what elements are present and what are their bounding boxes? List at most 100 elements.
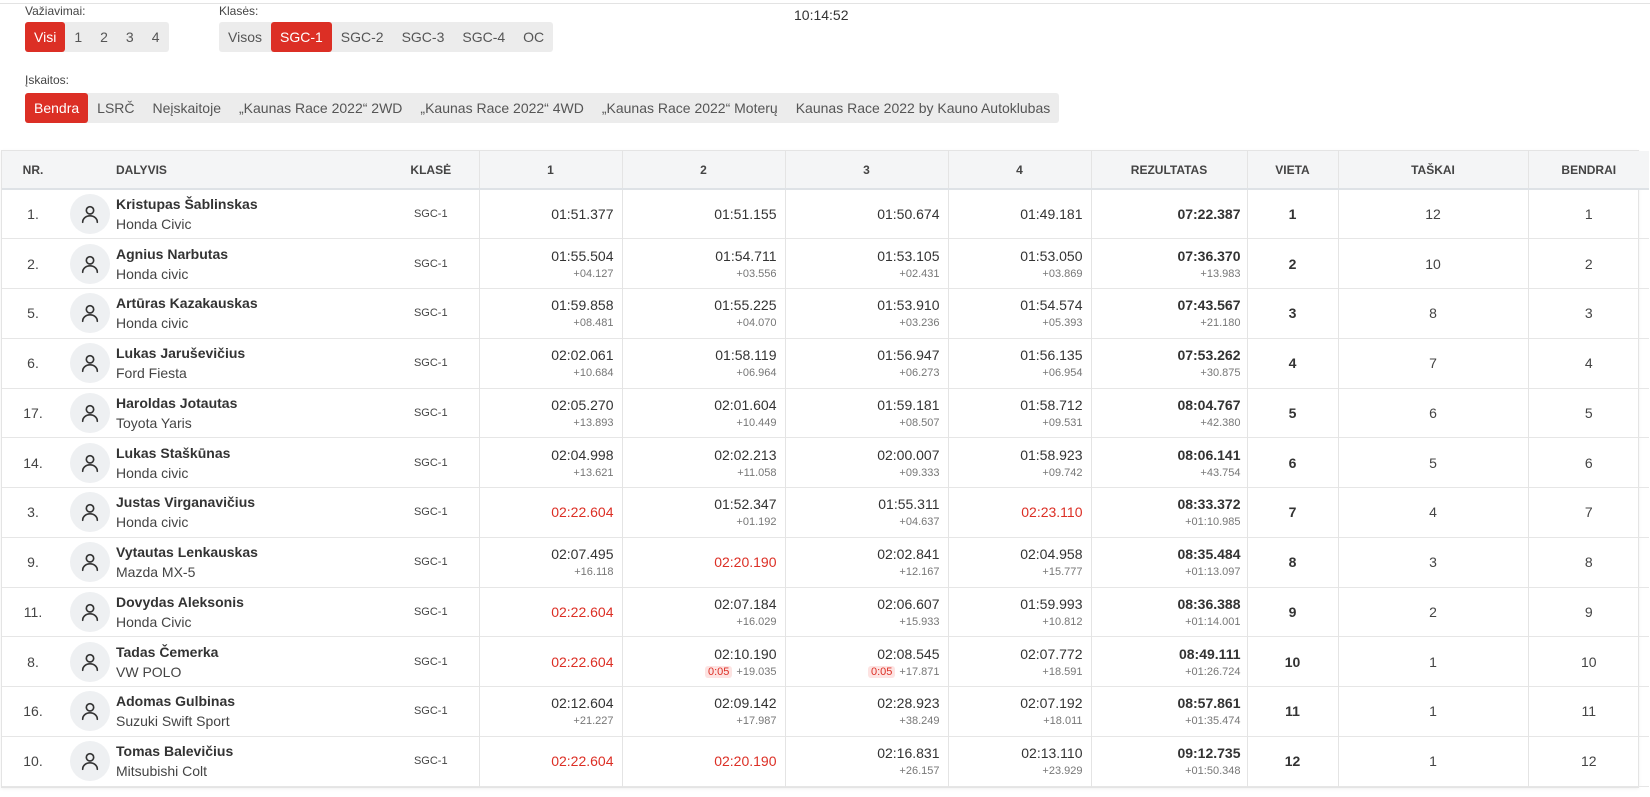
lap-1-cell: 02:05.270 +13.893 [478,388,622,438]
class-filter-button[interactable]: SGC-1 [270,22,332,52]
lap-time: 01:52.347 [714,496,777,513]
header-lap-4[interactable]: 4 [947,151,1091,190]
table-row[interactable]: 3. Justas Virganavičius Honda civic SGC-1 02… [2,487,1649,538]
standings-filter-button[interactable]: Bendra [25,93,89,123]
user-icon [79,750,101,772]
participant-cell: Haroldas Jotautas Toyota Yaris [116,388,383,438]
table-row[interactable]: 1. Kristupas Šablinskas Honda Civic SGC-1 01… [2,189,1649,239]
table-row[interactable]: 9. Vytautas Lenkauskas Mazda MX-5 SGC-1 02:0… [2,537,1649,587]
participant-cell: Kristupas Šablinskas Honda Civic [116,189,383,239]
user-icon [79,452,101,474]
lap-diff: +23.929 [1042,765,1083,778]
result-time: 08:57.861 [1177,695,1241,712]
participant-name[interactable]: Artūras Kazakauskas [116,293,383,313]
table-row[interactable]: 16. Adomas Gulbinas Suzuki Swift Sport SGC-… [2,686,1649,737]
lap-diff: +06.954 [1042,367,1083,380]
lap-4-cell: 01:58.712 +09.531 [947,388,1091,438]
lap-time: 01:59.181 [877,396,940,413]
lap-time: 02:06.607 [877,595,940,612]
participant-name[interactable]: Lukas Jaruševičius [116,343,383,363]
run-filter-button[interactable]: 1 [65,22,91,52]
points-cell: 5 [1337,437,1528,488]
participant-name[interactable]: Dovydas Aleksonis [116,592,383,612]
participant-name[interactable]: Adomas Gulbinas [116,691,383,711]
run-filter-button[interactable]: 4 [143,22,169,52]
lap-diff: +05.393 [1042,317,1083,330]
lap-time: 02:04.958 [1020,546,1083,563]
lap-time: 02:13.110 [1021,745,1083,762]
avatar [70,691,110,732]
lap-time: 02:22.604 [551,504,614,521]
table-row[interactable]: 17. Haroldas Jotautas Toyota Yaris SGC-1 02:… [2,388,1649,438]
header-lap-3[interactable]: 3 [784,151,948,190]
header-result[interactable]: REZULTATAS [1090,151,1247,190]
user-icon [79,601,101,623]
lap-diff: +16.118 [574,566,614,579]
lap-1-cell: 01:59.858 +08.481 [478,288,622,339]
lap-diff-line: +03.869 [949,266,1082,282]
run-filter-button[interactable]: 3 [117,22,143,52]
header-class[interactable]: KLASĖ [383,151,479,190]
header-participant[interactable]: DALYVIS [116,151,383,190]
participant-cell: Artūras Kazakauskas Honda civic [116,289,383,339]
table-row[interactable]: 11. Dovydas Aleksonis Honda Civic SGC-1 02:2… [2,587,1649,637]
participant-name[interactable]: Lukas Staškūnas [116,443,383,463]
participant-name[interactable]: Tomas Balevičius [116,741,383,761]
lap-diff: +03.236 [899,317,940,330]
lap-time: 02:20.190 [714,753,777,770]
standings-filter-button[interactable]: „Kaunas Race 2022“ Moterų [593,93,787,123]
result-cell: 08:35.484 +01:13.097 [1090,537,1247,587]
avatar-cell [64,587,116,637]
lap-diff: +38.249 [899,715,940,728]
header-nr[interactable]: NR. [2,151,64,190]
result-time: 09:12.735 [1177,745,1241,762]
header-place[interactable]: VIETA [1246,151,1338,190]
avatar [70,741,110,782]
table-row[interactable]: 14. Lukas Staškūnas Honda civic SGC-1 02:04.… [2,437,1649,488]
row-nr: 6. [27,355,39,372]
lap-diff-line: +06.273 [786,365,939,381]
run-filter-button[interactable]: 2 [91,22,117,52]
standings-filter-button[interactable]: LSRČ [88,93,143,123]
participant-name[interactable]: Agnius Narbutas [116,244,383,264]
standings-filter-button[interactable]: Neįskaitoje [144,93,230,123]
lap-1-cell: 02:22.604 [478,587,622,637]
participant-name[interactable]: Haroldas Jotautas [116,393,383,413]
lap-2-cell: 02:07.184 +16.029 [621,587,785,637]
class-filter-button[interactable]: SGC-4 [453,22,514,52]
result-diff: +01:13.097 [1185,566,1241,579]
lap-time: 02:12.604 [551,695,614,712]
participant-name[interactable]: Kristupas Šablinskas [116,194,383,214]
lap-time: 02:10.190 [714,645,777,662]
lap-4-cell: 01:56.135 +06.954 [947,338,1091,388]
class-filter-button[interactable]: SGC-2 [332,22,393,52]
results-table-container: NR. DALYVIS KLASĖ 1 2 3 4 REZULTATAS VIE… [1,150,1649,788]
user-icon [79,551,101,573]
table-row[interactable]: 5. Artūras Kazakauskas Honda civic SGC-1 01:… [2,288,1649,339]
lap-diff: +12.167 [899,566,940,579]
lap-time: 02:22.604 [551,603,614,620]
table-row[interactable]: 6. Lukas Jaruševičius Ford Fiesta SGC-1 02:0… [2,338,1649,388]
class-filter-button[interactable]: Visos [219,22,271,52]
standings-filter-button[interactable]: „Kaunas Race 2022“ 2WD [230,93,411,123]
lap-diff-line: +38.249 [786,713,940,729]
row-nr: 14. [23,454,43,471]
header-lap-2[interactable]: 2 [621,151,785,190]
table-row[interactable]: 10. Tomas Balevičius Mitsubishi Colt SGC-1 0… [2,736,1649,786]
class-filter-button[interactable]: OC [514,22,553,52]
participant-name[interactable]: Vytautas Lenkauskas [116,542,383,562]
participant-name[interactable]: Justas Virganavičius [116,492,383,512]
standings-filter-button[interactable]: „Kaunas Race 2022“ 4WD [411,93,592,123]
header-points[interactable]: TAŠKAI [1337,151,1528,190]
table-row[interactable]: 2. Agnius Narbutas Honda civic SGC-1 01:55.5… [2,238,1649,289]
points-cell: 7 [1337,338,1528,388]
lap-time: 02:20.190 [714,554,777,571]
header-lap-1[interactable]: 1 [478,151,622,190]
class-filter-button[interactable]: SGC-3 [393,22,454,52]
table-row[interactable]: 8. Tadas Čemerka VW POLO SGC-1 02:22.604 02:1… [2,636,1649,687]
participant-name[interactable]: Tadas Čemerka [116,642,383,662]
standings-filter-button[interactable]: Kaunas Race 2022 by Kauno Autoklubas [787,93,1060,123]
lap-diff: +09.742 [1042,466,1083,479]
run-filter-button[interactable]: Visi [25,22,66,52]
header-overall[interactable]: BENDRAI [1527,151,1649,190]
